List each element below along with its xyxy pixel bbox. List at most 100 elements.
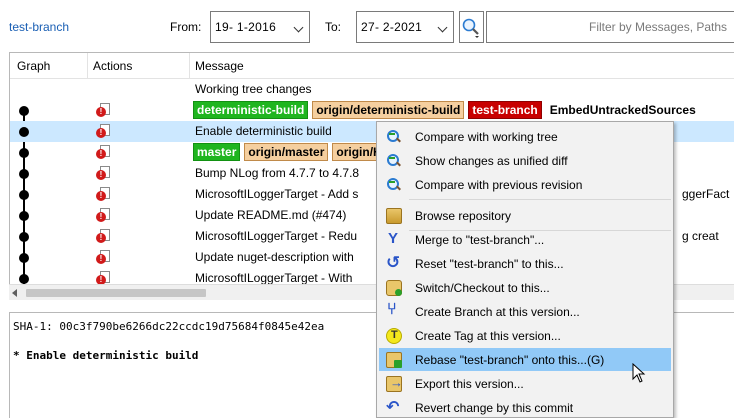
menu-item-create-tag[interactable]: Create Tag at this version... [379,324,671,347]
commit-message: Update README.md (#474) [195,208,347,222]
column-divider[interactable] [189,53,190,79]
current-branch-label: test-branch [468,101,542,119]
reset-icon [386,253,402,273]
menu-item-label: Create Tag at this version... [415,329,561,343]
uncommitted-icon: ! [96,103,110,118]
commit-message: Working tree changes [195,82,312,96]
table-row[interactable]: ! deterministic-build origin/determinist… [10,100,734,121]
mouse-cursor-icon [632,363,646,383]
column-header-message[interactable]: Message [195,59,244,73]
uncommitted-icon: ! [96,124,110,139]
tag-icon [386,328,402,344]
menu-item-label: Show changes as unified diff [415,154,568,168]
commit-node [19,232,29,242]
diff-icon [386,153,402,169]
filter-toolbar: test-branch From: 19- 1-2016 To: 27- 2-2… [0,0,734,52]
from-date-value: 19- 1-2016 [215,20,277,34]
repository-icon [386,208,402,224]
menu-item-label: Reset "test-branch" to this... [415,257,564,271]
chevron-down-icon[interactable] [435,12,453,42]
commit-message: Update nuget-description with [195,250,354,264]
column-header-graph[interactable]: Graph [17,59,50,73]
uncommitted-icon: ! [96,166,110,181]
merge-icon [386,230,402,248]
commit-node [19,148,29,158]
menu-item-label: Rebase "test-branch" onto this...(G) [415,353,605,367]
menu-item-compare-previous[interactable]: Compare with previous revision [379,173,671,196]
filter-input[interactable]: Filter by Messages, Paths [486,11,734,43]
uncommitted-icon: ! [96,229,110,244]
menu-item-label: Revert change by this commit [415,401,574,415]
uncommitted-icon: ! [96,187,110,202]
from-date-picker[interactable]: 19- 1-2016 [210,11,310,43]
menu-item-revert[interactable]: Revert change by this commit [379,396,671,418]
menu-item-label: Browse repository [415,209,512,223]
ref-labels: deterministic-build origin/deterministic… [193,101,700,119]
ref-labels: master origin/master origin/H [193,143,386,161]
menu-item-switch-checkout[interactable]: Switch/Checkout to this... [379,276,671,299]
column-divider[interactable] [87,53,88,79]
uncommitted-icon: ! [96,208,110,223]
to-date-picker[interactable]: 27- 2-2021 [356,11,454,43]
column-header-actions[interactable]: Actions [93,59,132,73]
uncommitted-icon: ! [96,145,110,160]
revert-icon [386,397,402,417]
commit-node [19,253,29,263]
grid-header: Graph Actions Message [10,53,734,79]
menu-item-browse-repository[interactable]: Browse repository [379,204,671,227]
menu-item-merge[interactable]: Merge to "test-branch"... [379,228,671,251]
current-branch-link[interactable]: test-branch [9,20,69,34]
commit-node [19,106,29,116]
menu-item-reset[interactable]: Reset "test-branch" to this... [379,252,671,275]
rebase-icon [386,352,402,368]
commit-message: Enable deterministic build [195,124,332,138]
branch-icon [386,301,402,320]
commit-message-tail: ggerFact [682,187,730,201]
commit-node [19,127,29,137]
search-options-button[interactable] [459,11,484,43]
menu-item-unified-diff[interactable]: Show changes as unified diff [379,149,671,172]
to-label: To: [325,20,342,34]
scroll-left-icon[interactable] [12,289,17,297]
menu-item-rebase[interactable]: Rebase "test-branch" onto this...(G) [379,348,671,371]
remote-branch-label: origin/master [244,143,329,161]
commit-node [19,190,29,200]
menu-item-label: Merge to "test-branch"... [415,233,545,247]
menu-item-compare-working-tree[interactable]: Compare with working tree [379,125,671,148]
from-label: From: [170,20,202,34]
commit-message: MicrosoftILoggerTarget - With [195,271,353,285]
commit-message: Bump NLog from 4.7.7 to 4.7.8 [195,166,360,180]
context-menu: Compare with working tree Show changes a… [376,121,674,418]
menu-item-export[interactable]: Export this version... [379,372,671,395]
commit-node [19,211,29,221]
commit-sha: SHA-1: 00c3f790be6266dc22ccdc19d75684f08… [13,320,325,333]
export-icon [386,375,403,392]
filter-placeholder: Filter by Messages, Paths [589,20,728,34]
commit-message: MicrosoftILoggerTarget - Redu [195,229,358,243]
remote-branch-label: origin/deterministic-build [312,101,465,119]
menu-item-label: Switch/Checkout to this... [415,281,550,295]
branch-label: deterministic-build [193,101,309,119]
menu-item-create-branch[interactable]: Create Branch at this version... [379,300,671,323]
search-icon [462,18,479,38]
scrollbar-thumb[interactable] [26,289,206,297]
compare-previous-icon [386,177,402,193]
menu-item-label: Create Branch at this version... [415,305,580,319]
uncommitted-icon: ! [96,250,110,265]
menu-item-label: Export this version... [415,377,524,391]
commit-message: EmbedUntrackedSources [549,103,696,117]
commit-message-tail: g creat [682,229,719,243]
switch-icon [386,280,402,296]
to-date-value: 27- 2-2021 [361,20,423,34]
commit-node [19,169,29,179]
commit-node [19,274,29,284]
chevron-down-icon[interactable] [291,12,309,42]
commit-subject: * Enable deterministic build [13,349,199,362]
table-row[interactable]: Working tree changes [10,79,734,100]
compare-icon [386,129,402,145]
menu-separator [409,199,671,200]
menu-item-label: Compare with previous revision [415,178,583,192]
branch-label: master [193,143,241,161]
commit-message: MicrosoftILoggerTarget - Add s [195,187,359,201]
menu-item-label: Compare with working tree [415,130,558,144]
